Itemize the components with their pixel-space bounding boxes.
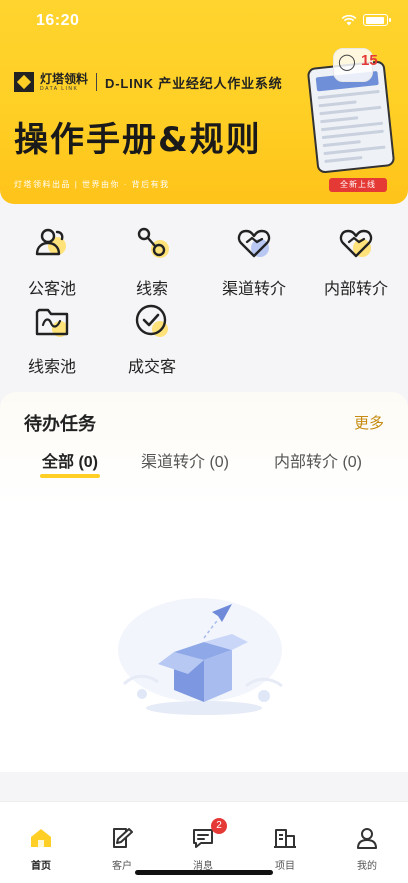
system-name: D-LINK 产业经纪人作业系统	[105, 75, 283, 91]
status-icons	[341, 14, 391, 26]
tab-label: 首页	[31, 861, 51, 872]
tab-all[interactable]: 全部 (0)	[42, 448, 98, 472]
menu-closed-client[interactable]: 成交客	[102, 302, 202, 377]
home-indicator	[135, 870, 273, 875]
tab-home[interactable]: 首页	[11, 826, 71, 872]
menu-leads[interactable]: 线索	[102, 224, 202, 299]
tab-channel-referral[interactable]: 渠道转介 (0)	[141, 448, 229, 472]
menu-label: 线索	[135, 281, 168, 298]
tab-label: 我的	[357, 861, 377, 872]
tab-internal-referral[interactable]: 内部转介 (0)	[274, 448, 362, 472]
menu-internal-referral[interactable]: 内部转介	[306, 224, 406, 299]
empty-box-illustration	[118, 598, 283, 715]
tab-profile[interactable]: 我的	[337, 826, 397, 872]
message-badge: 2	[211, 818, 227, 834]
menu-public-clients[interactable]: 公客池	[2, 224, 102, 299]
banner[interactable]: 16:20 灯塔领料 DATA LINK D-LINK 产业经纪人作业系统 操作…	[0, 0, 408, 204]
battery-icon	[363, 14, 391, 26]
chat-icon: ◯	[338, 54, 356, 71]
internal-referral-icon	[339, 229, 373, 258]
tasks-title: 待办任务	[24, 414, 96, 434]
home-icon	[31, 829, 51, 847]
menu-label: 成交客	[127, 359, 176, 376]
brand-divider	[96, 73, 98, 91]
leads-pool-icon	[35, 308, 69, 337]
menu-label: 渠道转介	[221, 281, 286, 298]
project-icon	[274, 829, 296, 848]
closed-client-icon	[135, 304, 168, 337]
menu-label: 内部转介	[323, 281, 388, 298]
more-link[interactable]: 更多	[354, 412, 384, 433]
menu-label: 公客池	[27, 281, 76, 298]
logo-name: 灯塔领料	[40, 71, 89, 86]
tab-message[interactable]: 2 消息	[173, 818, 233, 872]
banner-subtitle: 灯塔领料出品 | 世界由你 · 背后有我	[14, 180, 170, 189]
channel-referral-icon	[237, 229, 271, 258]
public-clients-icon	[35, 228, 66, 256]
logo-name-en: DATA LINK	[40, 85, 79, 92]
banner-title: 操作手册&规则	[14, 120, 262, 160]
menu-label: 线索池	[27, 359, 76, 376]
brand-row: 灯塔领料 DATA LINK D-LINK 产业经纪人作业系统	[14, 72, 282, 92]
brand-logo-icon	[14, 72, 34, 92]
bottom-tab-bar: 首页 客户 2 消息 项目 我的	[0, 801, 408, 883]
leads-icon	[137, 227, 169, 258]
launch-badge: 全新上线	[329, 178, 387, 192]
tab-customer[interactable]: 客户	[92, 826, 152, 872]
wifi-icon	[341, 14, 357, 26]
tab-project[interactable]: 项目	[255, 826, 315, 872]
active-tab-indicator	[40, 474, 100, 478]
menu-channel-referral[interactable]: 渠道转介	[204, 224, 304, 299]
menu-leads-pool[interactable]: 线索池	[2, 302, 102, 377]
status-time: 16:20	[36, 12, 80, 29]
customer-icon	[113, 828, 133, 848]
chat-count: 15	[361, 52, 378, 69]
profile-icon	[357, 828, 377, 849]
